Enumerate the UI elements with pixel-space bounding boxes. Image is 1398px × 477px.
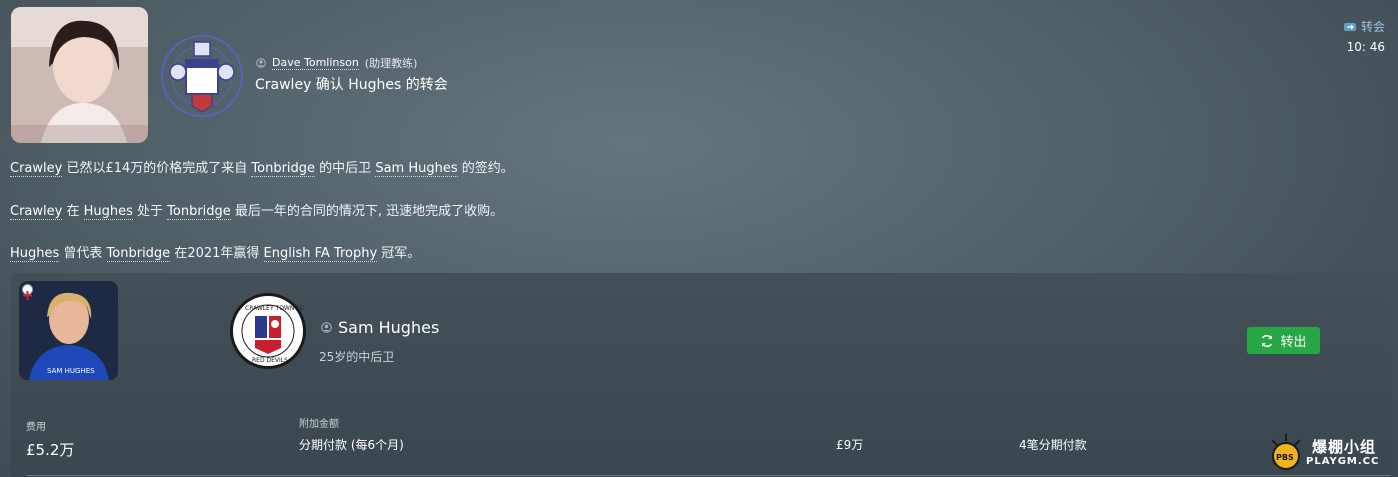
transfer-out-button[interactable]: 转出 xyxy=(1247,327,1320,354)
club-link-crawley[interactable]: Crawley xyxy=(10,161,63,177)
player-link-sam-hughes[interactable]: Sam Hughes xyxy=(375,161,458,177)
category-label: 转会 xyxy=(1360,20,1385,34)
paragraph-2: Crawley 在 Hughes 处于 Tonbridge 最后一年的合同的情况… xyxy=(10,204,504,220)
card-divider xyxy=(26,475,1391,476)
watermark-logo-icon: PBS xyxy=(1271,434,1301,470)
player-link-hughes[interactable]: Hughes xyxy=(10,246,60,262)
watermark-line-2: PLAYGM.CC xyxy=(1306,456,1380,467)
club-link-tonbridge[interactable]: Tonbridge xyxy=(251,161,316,177)
competition-link-fa-trophy[interactable]: English FA Trophy xyxy=(263,246,378,262)
person-icon xyxy=(256,58,266,68)
person-icon xyxy=(321,322,332,333)
sender-name-link[interactable]: Dave Tomlinson xyxy=(272,56,359,70)
extra-amount: £9万 xyxy=(836,438,864,452)
extra-label: 附加金额 xyxy=(299,419,339,430)
club-crest-tonbridge[interactable] xyxy=(158,20,246,128)
shirt-name: SAM HUGHES xyxy=(47,367,95,375)
player-description: 25岁的中后卫 xyxy=(319,350,395,364)
player-name-link[interactable]: Sam Hughes xyxy=(338,318,439,337)
paragraph-1: Crawley 已然以£14万的价格完成了来自 Tonbridge 的中后卫 S… xyxy=(10,161,514,177)
sender-photo[interactable] xyxy=(11,7,148,143)
player-name: Sam Hughes xyxy=(321,318,439,337)
player-link-hughes[interactable]: Hughes xyxy=(83,204,133,220)
transfer-card: SAM HUGHES CRAWLEY TOWN FC RED DEVILS Sa… xyxy=(11,273,1391,477)
refresh-icon xyxy=(1262,334,1273,347)
england-flag-icon xyxy=(22,284,33,300)
fee-value: £5.2万 xyxy=(26,441,75,459)
club-crest-crawley[interactable]: CRAWLEY TOWN FC RED DEVILS xyxy=(229,292,307,370)
crest-bottom-text: RED DEVILS xyxy=(252,357,288,364)
message-time: 10: 46 xyxy=(1346,40,1385,54)
transfer-out-label: 转出 xyxy=(1280,335,1307,350)
watermark-badge: PBS xyxy=(1276,453,1294,462)
fee-label: 费用 xyxy=(26,422,46,433)
category-tag[interactable]: 转会 xyxy=(1343,18,1385,35)
extra-detail: 4笔分期付款 xyxy=(1019,438,1087,452)
player-photo[interactable]: SAM HUGHES xyxy=(19,281,118,380)
crest-top-text: CRAWLEY TOWN FC xyxy=(245,305,304,312)
sender-role: (助理教练) xyxy=(364,57,418,70)
message-info: 转会 10: 46 xyxy=(1343,18,1385,54)
message-headline: Crawley 确认 Hughes 的转会 xyxy=(255,77,448,93)
extra-description: 分期付款 (每6个月) xyxy=(299,438,404,452)
club-link-tonbridge[interactable]: Tonbridge xyxy=(106,246,171,262)
club-link-crawley[interactable]: Crawley xyxy=(10,204,63,220)
watermark: PBS 爆棚小组 PLAYGM.CC xyxy=(1264,432,1394,474)
watermark-line-1: 爆棚小组 xyxy=(1312,438,1377,456)
transfer-icon xyxy=(1343,22,1356,31)
sender-meta: Dave Tomlinson (助理教练) xyxy=(256,55,417,71)
club-link-tonbridge[interactable]: Tonbridge xyxy=(167,204,231,220)
paragraph-3: Hughes 曾代表 Tonbridge 在2021年赢得 English FA… xyxy=(10,246,421,262)
